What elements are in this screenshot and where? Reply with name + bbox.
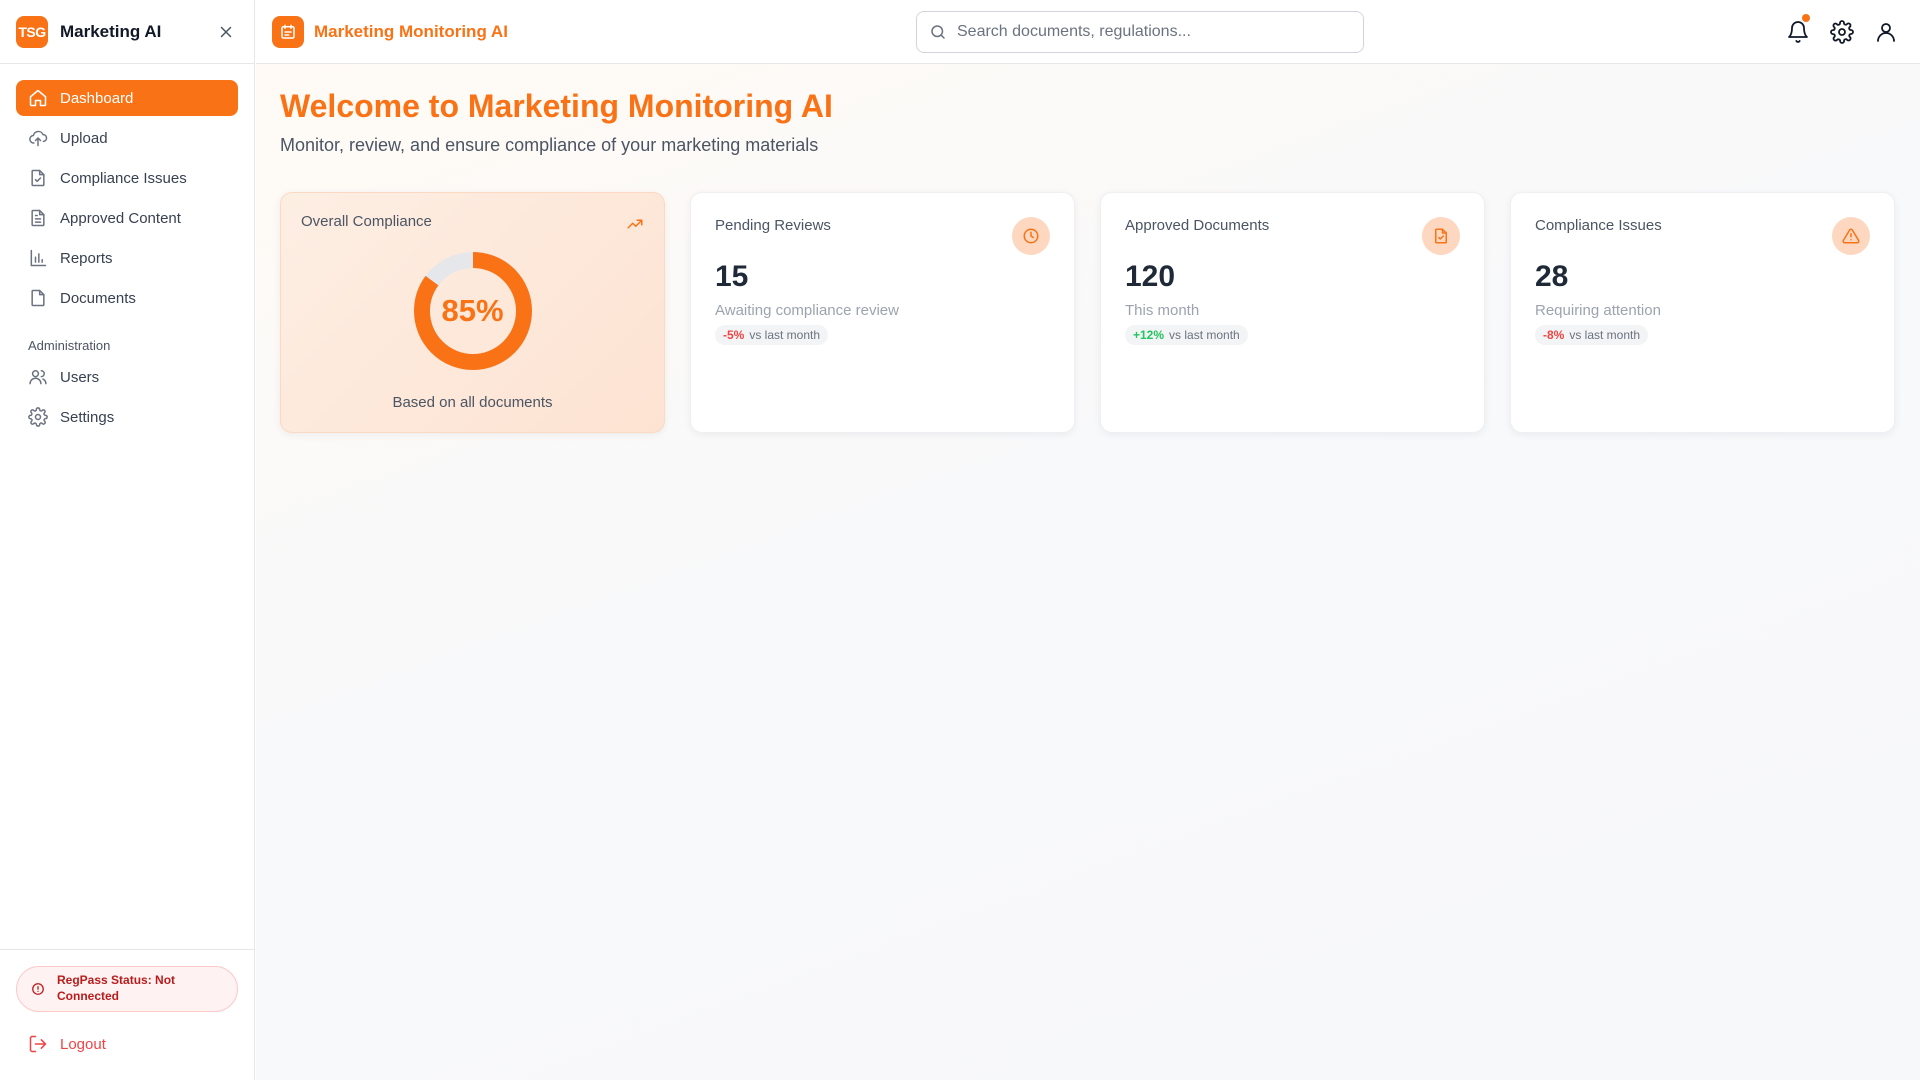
topbar-title: Marketing Monitoring AI (314, 21, 508, 41)
compliance-caption: Based on all documents (392, 394, 553, 411)
notification-dot (1802, 14, 1810, 22)
compliance-donut: 85% (412, 250, 534, 372)
compliance-issues-card[interactable]: Compliance Issues 28 Requiring attention… (1510, 192, 1895, 433)
search-box (916, 11, 1364, 53)
clock-icon (1023, 228, 1039, 244)
users-icon (29, 370, 47, 385)
sidebar-item-approved-content[interactable]: Approved Content (16, 200, 238, 236)
regpass-status-badge[interactable]: RegPass Status: Not Connected (16, 966, 238, 1012)
sidebar-item-upload[interactable]: Upload (16, 120, 238, 156)
sidebar-item-label: Settings (60, 408, 115, 426)
cloud-upload-icon (29, 130, 48, 147)
sidebar-item-label: Compliance Issues (60, 169, 187, 187)
change-percent: +12% (1133, 328, 1165, 342)
main-content: Welcome to Marketing Monitoring AI Monit… (256, 64, 1920, 1080)
alert-triangle-icon (1842, 228, 1860, 244)
sidebar-item-label: Upload (60, 129, 108, 147)
card-label: Overall Compliance (301, 213, 432, 230)
sidebar: TSG Marketing AI Dashboard Upload Compli… (0, 0, 255, 1080)
file-check-icon (1435, 228, 1447, 244)
page-subtitle: Monitor, review, and ensure compliance o… (280, 135, 819, 155)
card-icon-badge (1012, 217, 1050, 255)
sidebar-item-label: Users (60, 368, 100, 386)
logout-button[interactable]: Logout (16, 1026, 238, 1062)
document-icon (281, 24, 295, 39)
close-icon (220, 26, 232, 37)
user-icon (1877, 23, 1895, 42)
change-percent: -5% (723, 328, 745, 342)
file-text-icon (31, 209, 45, 227)
sidebar-brand: TSG Marketing AI (0, 0, 254, 64)
sidebar-item-users[interactable]: Users (16, 359, 238, 395)
approved-documents-card[interactable]: Approved Documents 120 This month +12% v… (1100, 192, 1485, 433)
search-icon (931, 25, 945, 39)
home-icon (29, 89, 47, 107)
change-period: vs last month (1169, 328, 1240, 342)
card-subtext: Awaiting compliance review (715, 302, 899, 319)
bar-chart-icon (30, 249, 47, 267)
notifications-button[interactable] (1786, 14, 1810, 44)
card-label: Compliance Issues (1535, 217, 1662, 234)
sidebar-item-label: Documents (60, 289, 136, 307)
card-value: 120 (1125, 260, 1176, 293)
gear-icon (1830, 20, 1854, 44)
trending-up-icon (627, 219, 643, 229)
sidebar-item-label: Reports (60, 249, 113, 267)
sidebar-nav: Dashboard Upload Compliance Issues Appro… (0, 64, 254, 435)
sidebar-item-dashboard[interactable]: Dashboard (16, 80, 238, 116)
compliance-percent: 85% (441, 293, 504, 328)
change-badge: -5% vs last month (715, 325, 829, 345)
sidebar-item-reports[interactable]: Reports (16, 240, 238, 276)
brand-logo: TSG (16, 15, 48, 48)
topbar-logo (272, 15, 304, 48)
overall-compliance-card[interactable]: Overall Compliance 85% Based on all docu… (280, 192, 665, 433)
logout-label: Logout (60, 1035, 106, 1053)
bell-icon (1788, 21, 1808, 43)
profile-button[interactable] (1874, 20, 1898, 44)
card-icon-badge (1832, 217, 1870, 255)
app-name: Marketing AI (60, 21, 162, 41)
sidebar-item-settings[interactable]: Settings (16, 399, 238, 435)
page-title: Welcome to Marketing Monitoring AI (280, 88, 833, 124)
top-bar: Marketing Monitoring AI (256, 0, 1920, 64)
sidebar-item-label: Dashboard (60, 89, 134, 107)
regpass-status-text: RegPass Status: Not Connected (57, 973, 176, 1003)
change-badge: +12% vs last month (1125, 325, 1248, 345)
alert-circle-icon (32, 983, 44, 995)
gear-icon (28, 407, 48, 427)
sidebar-item-label: Approved Content (60, 209, 181, 227)
file-icon (31, 289, 45, 307)
change-period: vs last month (749, 328, 821, 342)
change-period: vs last month (1569, 328, 1641, 342)
sidebar-item-documents[interactable]: Documents (16, 280, 238, 316)
card-value: 15 (715, 260, 749, 293)
change-percent: -8% (1543, 328, 1565, 342)
sidebar-footer: RegPass Status: Not Connected Logout (0, 949, 254, 1080)
card-label: Pending Reviews (715, 217, 831, 234)
search-input[interactable] (957, 23, 1351, 41)
settings-button[interactable] (1830, 20, 1854, 44)
card-subtext: Requiring attention (1535, 302, 1661, 319)
sidebar-item-compliance-issues[interactable]: Compliance Issues (16, 160, 238, 196)
topbar-actions (1786, 14, 1898, 44)
pending-reviews-card[interactable]: Pending Reviews 15 Awaiting compliance r… (690, 192, 1075, 433)
administration-heading: Administration (28, 338, 111, 353)
card-subtext: This month (1125, 302, 1200, 319)
card-icon-badge (1422, 217, 1460, 255)
logout-icon (29, 1035, 47, 1053)
file-check-icon (31, 169, 45, 187)
change-badge: -8% vs last month (1535, 325, 1649, 345)
close-sidebar-button[interactable] (214, 20, 238, 44)
stats-cards: Overall Compliance 85% Based on all docu… (280, 192, 1896, 433)
card-label: Approved Documents (1125, 217, 1270, 234)
card-value: 28 (1535, 260, 1569, 293)
